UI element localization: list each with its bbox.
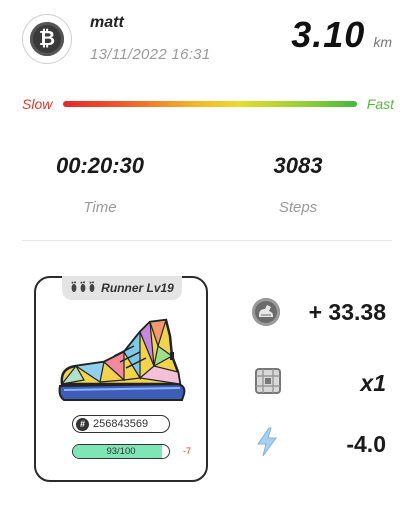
energy-spent: -4.0 bbox=[346, 431, 386, 457]
divider bbox=[22, 240, 392, 241]
username: matt bbox=[90, 14, 124, 31]
distance-value: 3.10 bbox=[291, 14, 366, 55]
distance-unit: km bbox=[373, 34, 392, 50]
run-datetime: 13/11/2022 16:31 bbox=[90, 46, 211, 63]
time-value: 00:20:30 bbox=[55, 153, 145, 178]
gst-coin-icon bbox=[252, 298, 280, 326]
distance-display: 3.10 km bbox=[291, 14, 392, 56]
mystery-box-icon bbox=[254, 367, 282, 400]
sneaker-image bbox=[58, 318, 186, 401]
sneaker-card[interactable]: Runner Lv19 # 256843569 93/100 -7 bbox=[34, 276, 208, 482]
durability-text: 93/100 bbox=[106, 446, 136, 457]
slow-label: Slow bbox=[22, 96, 53, 112]
time-label: Time bbox=[83, 199, 117, 216]
durability-change: -7 bbox=[183, 446, 192, 456]
durability-bar: 93/100 bbox=[72, 444, 170, 459]
steps-label: Steps bbox=[278, 199, 318, 216]
runner-level-label: Runner Lv19 bbox=[101, 281, 174, 295]
gst-earned: + 33.38 bbox=[308, 299, 386, 325]
fast-label: Fast bbox=[366, 96, 394, 112]
hash-icon: # bbox=[76, 417, 89, 431]
lightning-icon bbox=[256, 427, 278, 462]
sneaker-id: 256843569 bbox=[93, 418, 149, 430]
speed-gradient-bar bbox=[63, 101, 357, 107]
steps-value: 3083 bbox=[273, 153, 323, 178]
runner-level-tag: Runner Lv19 bbox=[62, 276, 182, 300]
avatar[interactable]: ₿ bbox=[22, 14, 72, 64]
sneaker-id-pill: # 256843569 bbox=[72, 415, 170, 433]
mystery-box-count: x1 bbox=[360, 370, 386, 396]
bitcoin-avatar-icon: ₿ bbox=[30, 22, 64, 56]
footprints-icon bbox=[70, 280, 96, 296]
